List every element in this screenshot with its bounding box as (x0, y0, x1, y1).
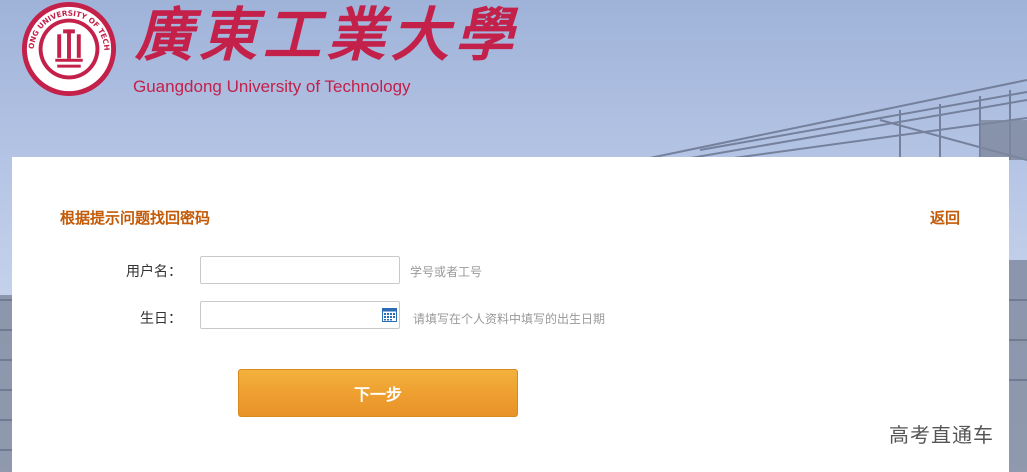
birthday-hint: 请填写在个人资料中填写的出生日期 (413, 312, 606, 326)
username-input[interactable] (200, 256, 400, 284)
password-recovery-panel: 根据提示问题找回密码 返回 用户名： 学号或者工号 生日： 请填写在个人资料中填… (12, 157, 1009, 472)
birthday-label: 生日： (140, 311, 182, 327)
university-name-en: Guangdong University of Technology (133, 77, 411, 96)
username-hint: 学号或者工号 (410, 265, 483, 279)
birthday-input[interactable] (200, 301, 400, 329)
username-label: 用户名： (126, 264, 182, 280)
university-name-cn: 廣東工業大學 (135, 1, 520, 69)
back-link[interactable]: 返回 (930, 207, 960, 228)
next-step-button[interactable]: 下一步 (238, 369, 518, 417)
page-title: 根据提示问题找回密码 (60, 209, 211, 227)
calendar-icon[interactable] (382, 308, 397, 322)
university-seal-logo: GUANGDONG UNIVERSITY OF TECHNOLOGY (20, 0, 117, 97)
page-header: GUANGDONG UNIVERSITY OF TECHNOLOGY 廣東工業大… (0, 0, 1027, 157)
watermark-text: 高考直通车 (889, 423, 994, 447)
